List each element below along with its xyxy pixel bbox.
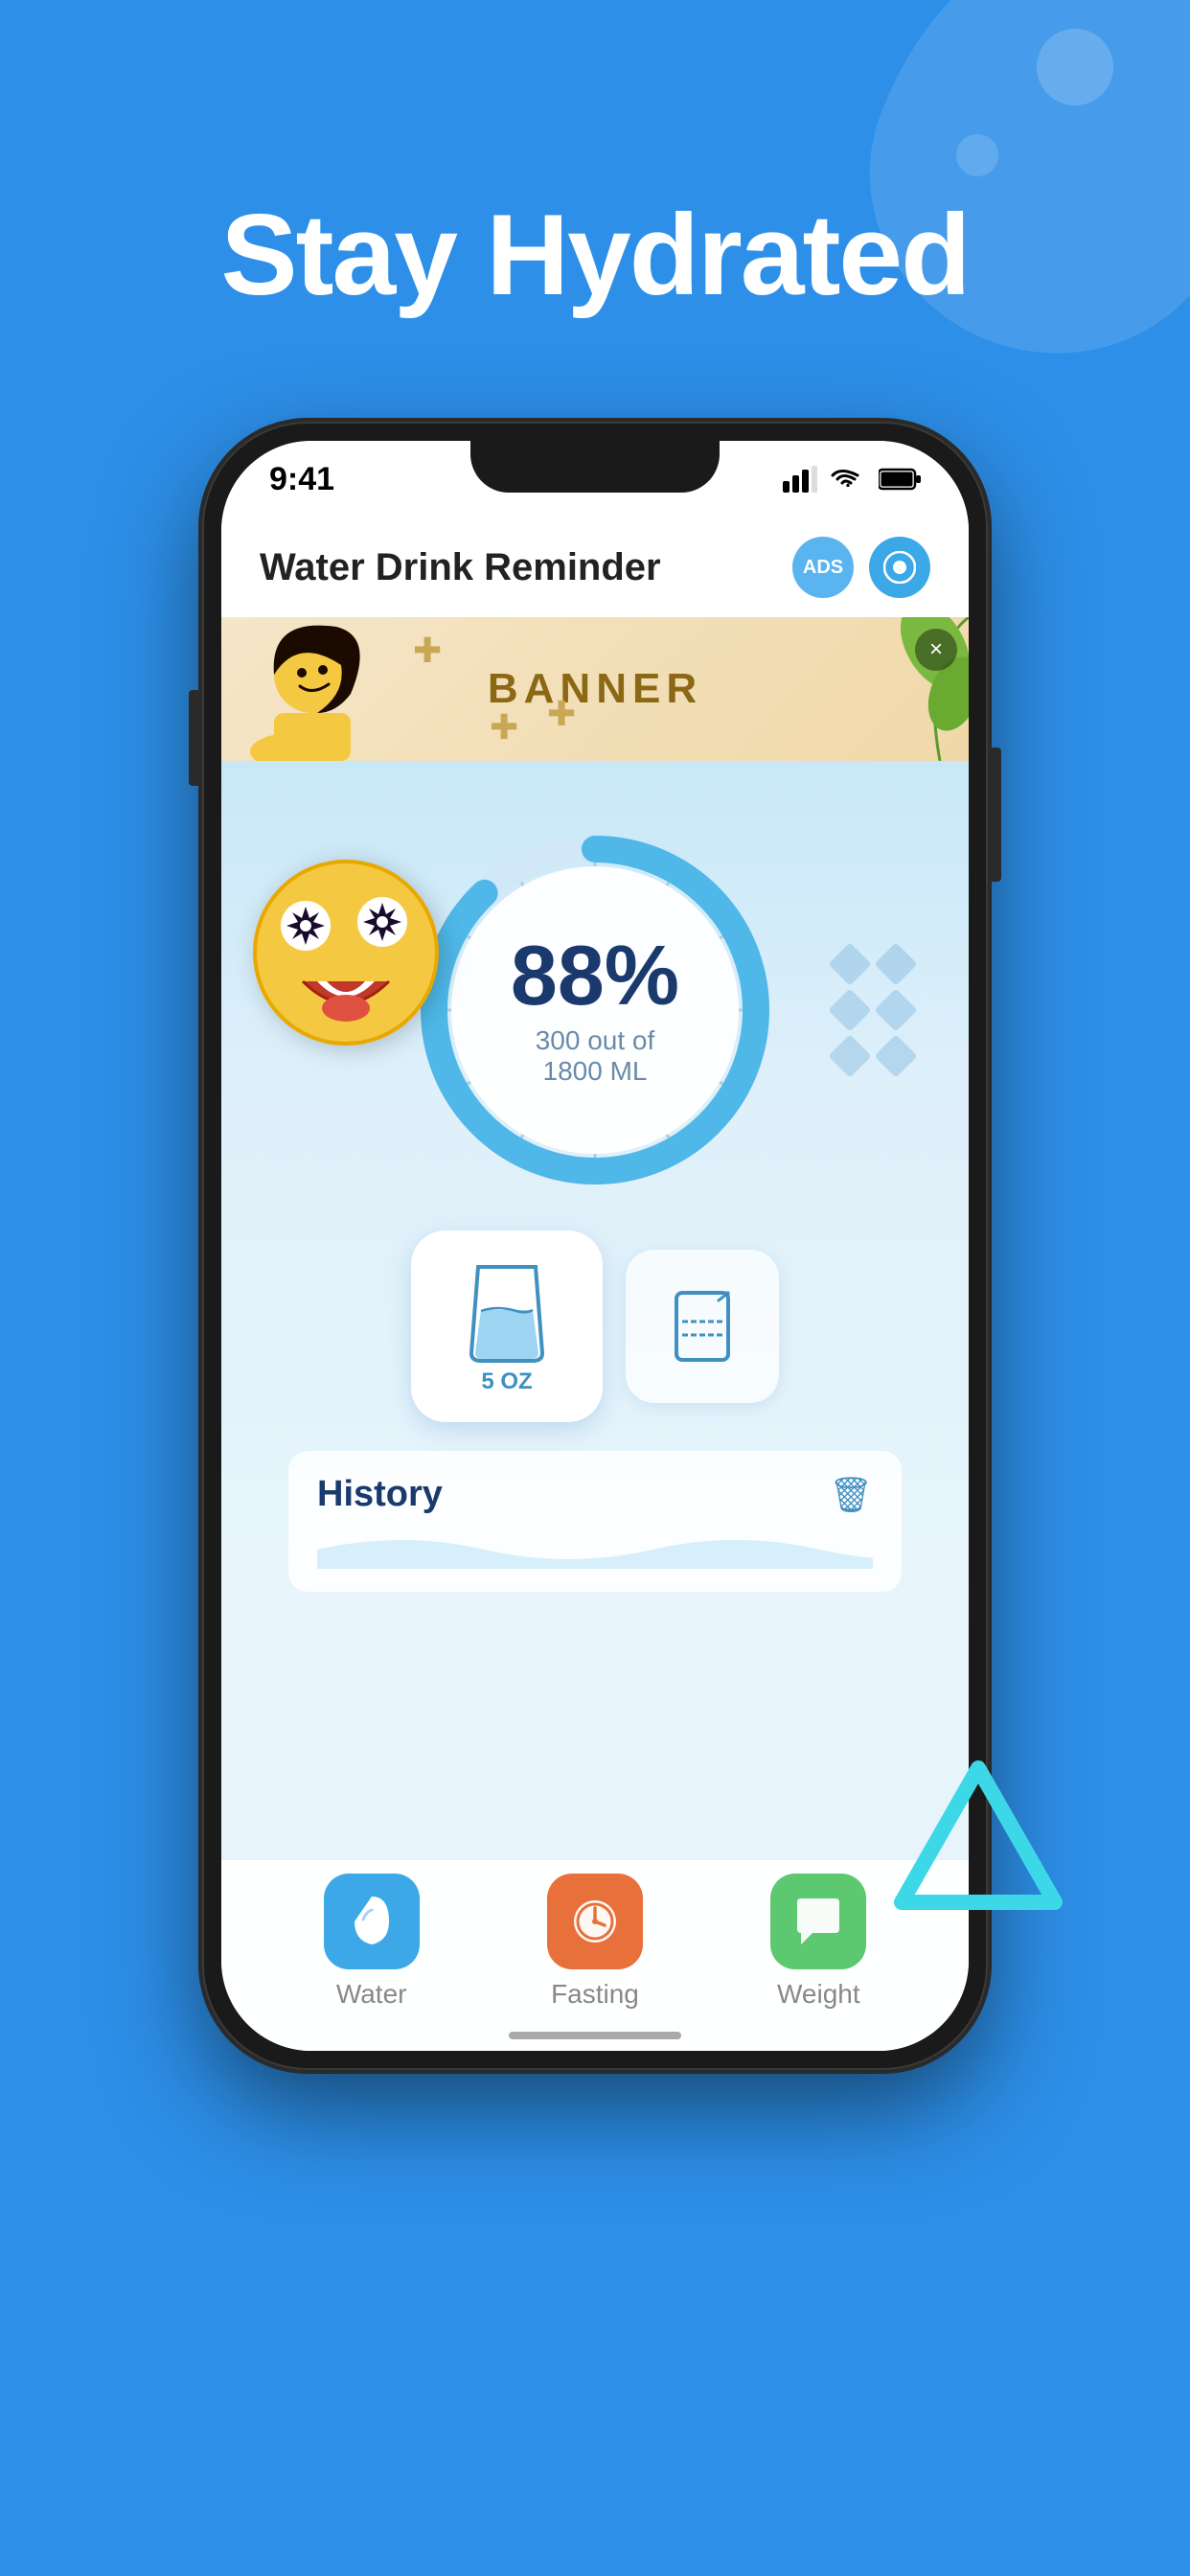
- page-headline: Stay Hydrated: [0, 192, 1190, 318]
- diamond-5: [828, 1034, 871, 1077]
- signal-icon: [783, 466, 817, 493]
- banner-text: BANNER: [488, 665, 702, 713]
- phone-screen: 9:41: [221, 441, 969, 2051]
- nav-fasting-icon-bg: [547, 1874, 643, 1969]
- nav-water-icon: [345, 1893, 399, 1950]
- nav-item-water[interactable]: Water: [324, 1874, 420, 2010]
- battery-icon: [879, 468, 921, 491]
- diamond-6: [874, 1034, 917, 1077]
- banner-plus-3: ✚: [490, 707, 518, 748]
- progress-section: 88% 300 out of 1800 ML: [260, 799, 930, 1221]
- history-wave: [317, 1530, 873, 1569]
- bg-decoration-circle-lg: [1037, 29, 1113, 105]
- progress-detail: 300 out of 1800 ML: [504, 1025, 686, 1087]
- banner-plus-1: ✚: [413, 631, 442, 671]
- progress-ring-container[interactable]: 88% 300 out of 1800 ML: [413, 828, 777, 1192]
- progress-text: 88% 300 out of 1800 ML: [504, 933, 686, 1087]
- nav-item-weight[interactable]: Weight: [770, 1874, 866, 2010]
- nav-fasting-icon: [568, 1895, 622, 1948]
- banner-close-button[interactable]: ×: [915, 629, 957, 671]
- status-icons: [783, 466, 921, 493]
- diamond-decorations: [835, 949, 911, 1071]
- wifi-icon: [831, 466, 865, 493]
- diamond-3: [828, 988, 871, 1031]
- history-delete-icon[interactable]: 🗑: [829, 1475, 873, 1515]
- phone-frame: 9:41: [202, 422, 988, 2070]
- status-bar: 9:41: [221, 441, 969, 518]
- nav-weight-icon: [791, 1895, 845, 1948]
- star-eyes-emoji: [250, 857, 442, 1048]
- notch: [470, 441, 720, 493]
- ads-button[interactable]: ADS: [792, 537, 854, 598]
- nav-weight-label: Weight: [777, 1979, 860, 2010]
- nav-weight-icon-bg: [770, 1874, 866, 1969]
- banner-plus-2: ✚: [547, 694, 576, 734]
- custom-glass-icon: [669, 1285, 736, 1368]
- emoji-mascot: [250, 857, 442, 1048]
- progress-percent: 88%: [504, 933, 686, 1018]
- nav-item-fasting[interactable]: Fasting: [547, 1874, 643, 2010]
- water-glass-icon-large: [464, 1257, 550, 1363]
- app-title: Water Drink Reminder: [260, 546, 661, 589]
- bottom-navigation: Water Fasting: [221, 1859, 969, 2051]
- nav-water-icon-bg: [324, 1874, 420, 1969]
- nav-water-label: Water: [336, 1979, 407, 2010]
- history-title: History: [317, 1474, 443, 1515]
- banner-ad[interactable]: ✚ ✚ ✚ BANNER ×: [221, 617, 969, 761]
- drink-secondary-button[interactable]: [626, 1250, 779, 1403]
- bg-decoration-circle-sm: [956, 134, 998, 176]
- nav-fasting-label: Fasting: [551, 1979, 639, 2010]
- status-time: 9:41: [269, 461, 334, 498]
- main-content: 88% 300 out of 1800 ML: [221, 761, 969, 1621]
- header-buttons: ADS: [792, 537, 930, 598]
- diamond-2: [874, 942, 917, 985]
- home-indicator: [509, 2032, 681, 2039]
- diamond-1: [828, 942, 871, 985]
- settings-button[interactable]: [869, 537, 930, 598]
- phone-mockup: 9:41: [202, 422, 988, 2070]
- drink-main-button[interactable]: 5 OZ: [411, 1230, 603, 1422]
- bottom-triangle-decoration: [892, 1759, 1064, 1917]
- banner-girl-illustration: [221, 617, 394, 761]
- settings-icon: [883, 551, 916, 584]
- app-header: Water Drink Reminder ADS: [221, 518, 969, 617]
- oz-label: 5 OZ: [481, 1368, 532, 1395]
- diamond-4: [874, 988, 917, 1031]
- history-section: History 🗑: [288, 1451, 902, 1592]
- drink-buttons-container: 5 OZ: [260, 1230, 930, 1422]
